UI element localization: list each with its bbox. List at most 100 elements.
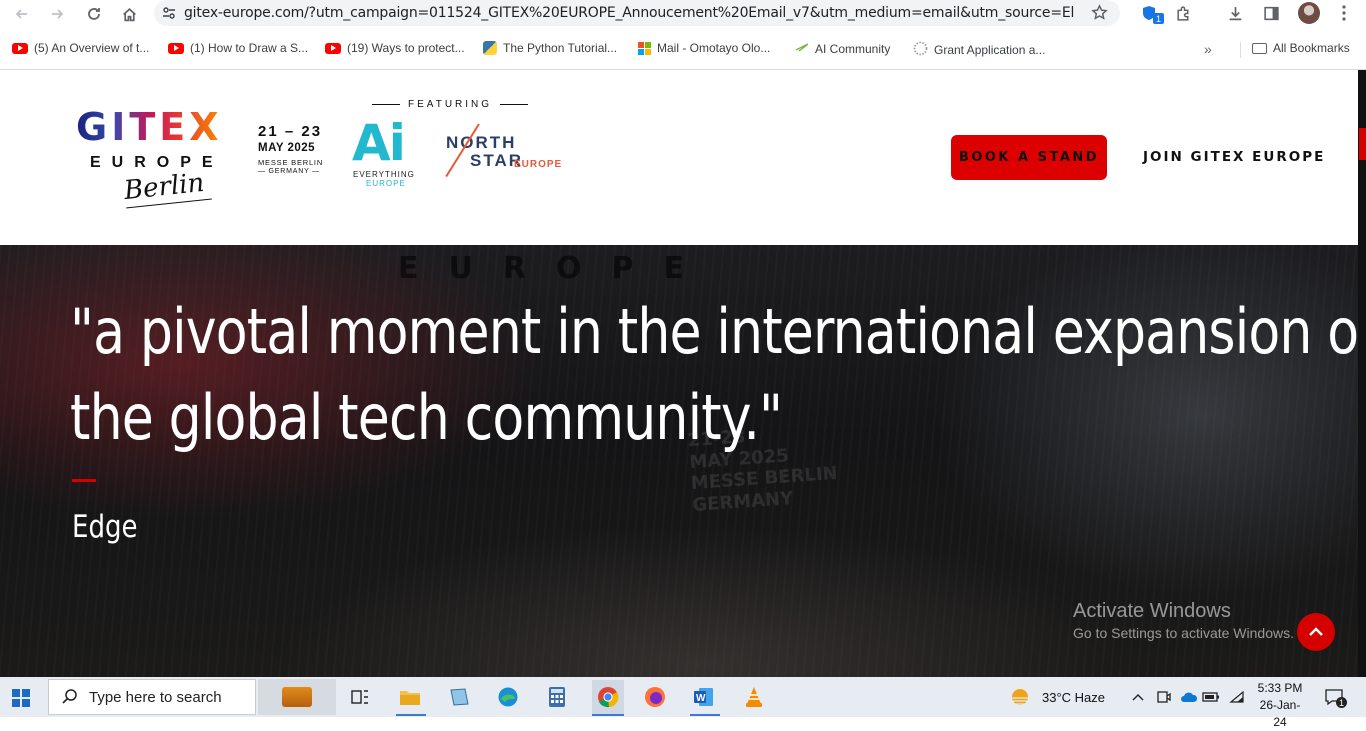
bookmark-label: (1) How to Draw a S... (190, 41, 309, 55)
browser-toolbar: gitex-europe.com/?utm_campaign=011524_GI… (0, 0, 1366, 34)
file-explorer-icon[interactable] (396, 683, 424, 711)
bookmark-star-icon[interactable] (1091, 4, 1108, 26)
featuring-label: FEATURING (372, 99, 529, 110)
briefcase-icon[interactable] (258, 679, 336, 715)
extension-shield-icon[interactable]: 1 (1134, 0, 1164, 26)
notification-count: 1 (1336, 697, 1347, 708)
scroll-to-top-button[interactable] (1297, 613, 1335, 651)
windows-taskbar: Type here to search W 33°C Haze 5:33 PM … (0, 677, 1366, 729)
onedrive-icon[interactable] (1180, 677, 1198, 717)
clock-time: 5:33 PM (1257, 681, 1303, 695)
hero-quote: "a pivotal moment in the international e… (70, 289, 1358, 461)
weather-widget[interactable]: 33°C Haze (1008, 677, 1105, 717)
wifi-icon[interactable] (1229, 677, 1245, 717)
bookmark-item[interactable]: Grant Application a... (913, 41, 1045, 59)
firefox-icon[interactable] (641, 683, 669, 711)
notification-center-icon[interactable]: 1 (1324, 677, 1347, 717)
all-bookmarks-button[interactable]: All Bookmarks (1252, 41, 1350, 55)
forward-icon[interactable] (43, 0, 71, 28)
ai-logo-line1: EVERYTHING (353, 170, 415, 179)
extensions-puzzle-icon[interactable] (1170, 0, 1196, 26)
weather-text: 33°C Haze (1042, 689, 1106, 705)
overflow-chevron-icon: » (1204, 41, 1212, 57)
grant-icon (913, 41, 928, 59)
taskbar-clock[interactable]: 5:33 PM 26-Jan-24 (1254, 680, 1306, 731)
active-app-indicator (690, 714, 720, 716)
menu-kebab-icon[interactable] (1332, 0, 1356, 26)
clock-date: 26-Jan-24 (1259, 698, 1301, 729)
side-panel-icon[interactable] (1258, 0, 1284, 26)
taskbar-search-placeholder: Type here to search (89, 688, 222, 706)
north-star-europe: EUROPE (514, 159, 563, 170)
reload-icon[interactable] (80, 0, 108, 28)
search-icon (62, 689, 77, 704)
extension-badge: 1 (1153, 13, 1164, 24)
join-gitex-europe-link[interactable]: JOIN GITEX EUROPE (1143, 149, 1325, 165)
edge-browser-icon[interactable] (494, 683, 522, 711)
url-text[interactable]: gitex-europe.com/?utm_campaign=011524_GI… (184, 5, 1074, 21)
bookmark-label: Mail - Omotayo Olo... (657, 41, 771, 55)
logo-gitex-text: GITEX (76, 105, 223, 149)
svg-text:W: W (696, 693, 706, 704)
bookmark-label: Grant Application a... (934, 43, 1046, 57)
ai-community-icon (795, 41, 809, 56)
bookmark-label: The Python Tutorial... (503, 41, 618, 55)
all-bookmarks-label: All Bookmarks (1273, 41, 1350, 55)
quote-line-2: the global tech community." (70, 381, 783, 454)
taskbar-search-input[interactable]: Type here to search (48, 679, 256, 715)
bookmark-divider (1240, 42, 1241, 58)
bookmark-item[interactable]: (1) How to Draw a S... (168, 41, 308, 55)
download-icon[interactable] (1222, 0, 1248, 26)
quote-author: Edge (72, 509, 138, 545)
bookmark-item[interactable]: Mail - Omotayo Olo... (638, 41, 770, 55)
event-country: — GERMANY — (258, 168, 320, 175)
windows-start-icon[interactable] (12, 689, 30, 707)
event-days: 21 – 23 (258, 123, 323, 140)
bookmarks-overflow-button[interactable]: » (1204, 41, 1212, 57)
activate-windows-subtitle: Go to Settings to activate Windows. (1073, 625, 1294, 641)
microsoft-icon (638, 41, 651, 55)
profile-avatar[interactable] (1296, 0, 1322, 26)
task-view-icon[interactable] (346, 683, 374, 711)
folder-icon (1252, 42, 1267, 54)
youtube-icon (325, 42, 341, 54)
meet-now-icon[interactable] (1156, 677, 1172, 717)
featuring-rule-left (372, 104, 400, 105)
quote-line-1: "a pivotal moment in the international e… (70, 295, 1358, 368)
tray-overflow-chevron-icon[interactable] (1131, 677, 1145, 717)
calculator-icon[interactable] (543, 683, 571, 711)
bookmark-item[interactable]: (5) An Overview of t... (12, 41, 149, 55)
quote-accent-rule (72, 479, 96, 482)
word-icon[interactable]: W (690, 683, 718, 711)
bookmark-label: (19) Ways to protect... (347, 41, 465, 55)
notepad-icon[interactable] (445, 683, 473, 711)
north-star-text: NORTH STAR (446, 134, 523, 170)
page-scrollbar[interactable] (1358, 70, 1366, 677)
bookmark-item[interactable]: The Python Tutorial... (483, 41, 617, 55)
bookmark-item[interactable]: AI Community (795, 41, 890, 56)
event-month: MAY 2025 (258, 142, 316, 154)
bookmark-label: AI Community (815, 41, 891, 56)
home-icon[interactable] (115, 0, 143, 28)
featuring-rule-right (500, 104, 529, 105)
event-dates: 21 – 23 MAY 2025 MESSE BERLIN — GERMANY … (258, 124, 323, 175)
hero-background-text: EUROPE (398, 251, 714, 286)
chevron-up-icon (1309, 627, 1323, 636)
battery-icon[interactable] (1202, 677, 1220, 717)
bookmarks-bar: (5) An Overview of t... (1) How to Draw … (0, 36, 1366, 62)
ai-mark: Ai (352, 114, 406, 172)
back-icon[interactable] (8, 0, 36, 28)
address-bar[interactable]: gitex-europe.com/?utm_campaign=011524_GI… (154, 0, 1120, 26)
book-a-stand-button[interactable]: BOOK A STAND (951, 135, 1107, 180)
event-venue: MESSE BERLIN (258, 157, 324, 167)
youtube-icon (12, 42, 28, 54)
youtube-icon (168, 42, 184, 54)
scrollbar-thumb[interactable] (1359, 128, 1366, 160)
vlc-icon[interactable] (740, 683, 768, 711)
chrome-taskbar-icon[interactable] (592, 680, 624, 714)
bookmark-item[interactable]: (19) Ways to protect... (325, 41, 465, 55)
bookmark-label: (5) An Overview of t... (34, 41, 150, 55)
north-star-line1: NORTH (446, 133, 517, 152)
site-info-icon[interactable] (154, 6, 184, 20)
python-icon (483, 41, 497, 55)
